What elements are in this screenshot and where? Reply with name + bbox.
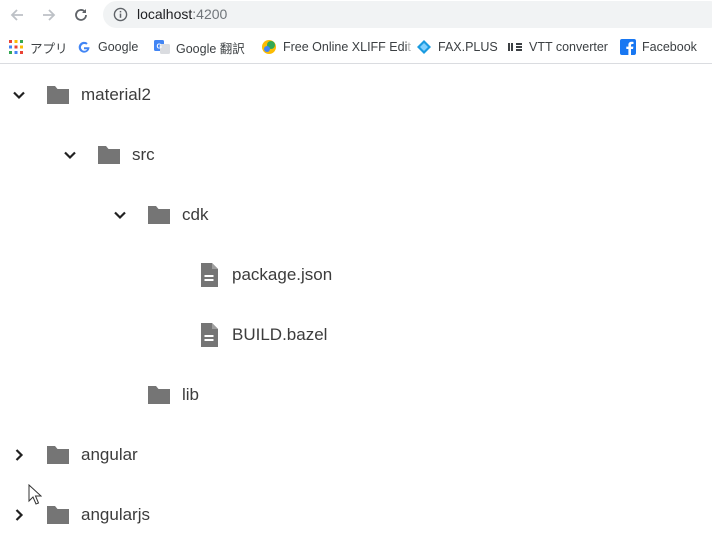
- xliff-icon: [261, 39, 277, 55]
- tree-node-build-bazel[interactable]: BUILD.bazel: [158, 315, 327, 355]
- tree-node-label: BUILD.bazel: [232, 325, 328, 344]
- chevron-down-icon[interactable]: [58, 143, 82, 167]
- browser-toolbar: localhost:4200: [0, 0, 712, 30]
- reload-button[interactable]: [70, 4, 92, 26]
- chevron-right-icon[interactable]: [7, 443, 31, 467]
- file-tree: material2 src cdk package.json BUILD.baz…: [0, 64, 712, 550]
- tree-node-label: angularjs: [81, 505, 150, 524]
- tree-node-label: package.json: [232, 265, 333, 284]
- folder-icon: [45, 442, 71, 468]
- facebook-icon: [620, 39, 636, 55]
- bookmark-label: Google 翻訳: [176, 41, 245, 56]
- arrow-right-icon: [43, 9, 56, 21]
- folder-icon: [146, 202, 172, 228]
- bookmark-google-translate[interactable]: G Google 翻訳: [154, 38, 245, 56]
- bookmark-apps[interactable]: アプリ: [8, 38, 68, 56]
- bookmarks-bar: アプリ Google G Google 翻訳 Free Online XLIFF…: [0, 30, 712, 64]
- svg-text:G: G: [157, 44, 163, 51]
- bookmark-google[interactable]: Google: [76, 38, 138, 56]
- chevron-down-icon[interactable]: [7, 83, 31, 107]
- bookmark-label-fade: t: [407, 40, 411, 54]
- apps-grid-icon: [8, 39, 24, 55]
- bookmark-label: Facebook: [642, 40, 697, 54]
- bookmark-label: アプリ: [30, 41, 68, 56]
- tree-node-label: angular: [81, 445, 138, 464]
- url-port: :4200: [192, 6, 228, 22]
- file-icon: [196, 322, 222, 348]
- tree-node-label: lib: [182, 385, 200, 404]
- url-host: localhost: [137, 6, 193, 22]
- info-icon[interactable]: [113, 7, 128, 22]
- reload-icon: [75, 9, 87, 21]
- tree-node-label: src: [132, 145, 155, 164]
- tree-node-cdk[interactable]: cdk: [108, 195, 208, 235]
- tree-node-material2[interactable]: material2: [7, 75, 151, 115]
- bookmark-label: FAX.PLUS: [438, 40, 498, 54]
- google-g-icon: [76, 39, 92, 55]
- forward-button[interactable]: [38, 4, 60, 26]
- bookmark-faxplus[interactable]: FAX.PLUS: [416, 38, 498, 56]
- folder-icon: [96, 142, 122, 168]
- chevron-down-icon[interactable]: [108, 203, 132, 227]
- tree-node-package-json[interactable]: package.json: [158, 255, 332, 295]
- bookmark-label: Google: [98, 40, 139, 54]
- url-text: localhost:4200: [137, 6, 227, 22]
- tree-node-angular[interactable]: angular: [7, 435, 138, 475]
- tree-node-label: cdk: [182, 205, 209, 224]
- bookmark-label: Free Online XLIFF Edi: [283, 40, 408, 54]
- folder-icon: [45, 502, 71, 528]
- address-bar[interactable]: localhost:4200: [103, 1, 712, 28]
- tree-node-lib[interactable]: lib: [108, 375, 199, 415]
- back-button[interactable]: [6, 4, 28, 26]
- faxplus-icon: [416, 39, 432, 55]
- google-translate-icon: G: [154, 39, 170, 55]
- arrow-left-icon: [10, 9, 23, 21]
- folder-icon: [146, 382, 172, 408]
- mouse-cursor-icon: [28, 484, 42, 505]
- chevron-right-icon[interactable]: [7, 503, 31, 527]
- vtt-icon: [507, 39, 523, 55]
- folder-icon: [45, 82, 71, 108]
- bookmark-xliff[interactable]: Free Online XLIFF Edi t: [261, 38, 411, 56]
- bookmark-label: VTT converter: [529, 40, 608, 54]
- tree-node-label: material2: [81, 85, 151, 104]
- tree-node-src[interactable]: src: [58, 135, 155, 175]
- bookmark-facebook[interactable]: Facebook: [620, 38, 697, 56]
- bookmark-vtt[interactable]: VTT converter: [507, 38, 608, 56]
- file-icon: [196, 262, 222, 288]
